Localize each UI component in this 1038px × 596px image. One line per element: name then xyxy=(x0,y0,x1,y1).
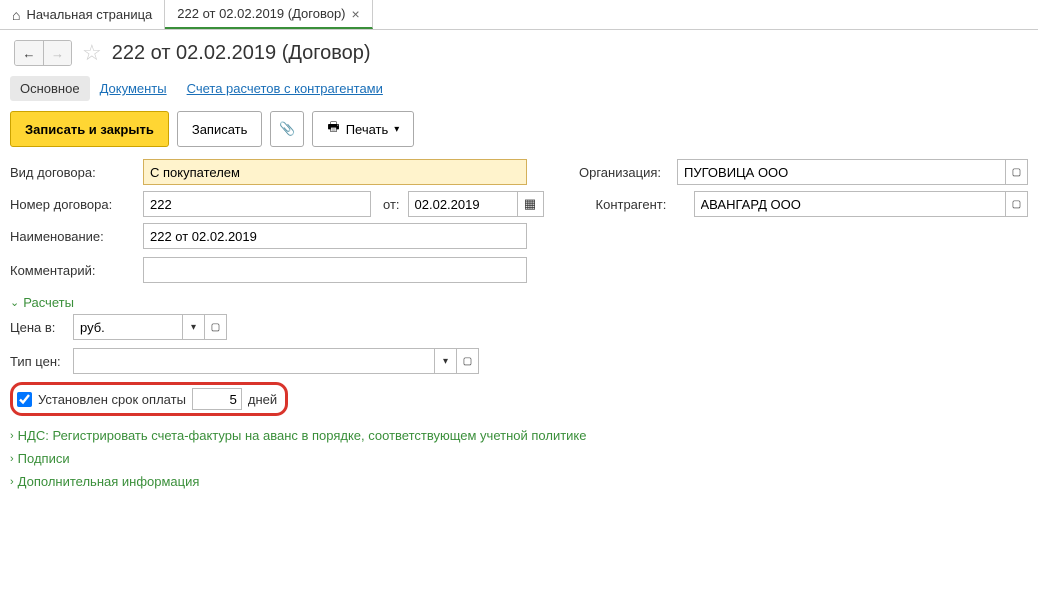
tab-contract[interactable]: 222 от 02.02.2019 (Договор) × xyxy=(165,0,372,29)
currency-open-button[interactable]: ▢ xyxy=(205,314,227,340)
contract-kind-label: Вид договора: xyxy=(10,165,135,180)
counterparty-label: Контрагент: xyxy=(596,197,686,212)
contract-kind-input[interactable] xyxy=(143,159,527,185)
page-title: 222 от 02.02.2019 (Договор) xyxy=(112,42,371,65)
chevron-right-icon: › xyxy=(10,430,14,442)
tab-home[interactable]: ⌂ Начальная страница xyxy=(0,0,165,29)
comment-label: Комментарий: xyxy=(10,263,135,278)
price-type-open-button[interactable]: ▢ xyxy=(457,348,479,374)
close-icon[interactable]: × xyxy=(352,6,360,22)
counterparty-input[interactable] xyxy=(694,191,1006,217)
from-label: от: xyxy=(383,197,400,212)
payment-due-unit: дней xyxy=(248,392,277,407)
attach-button[interactable]: 📎 xyxy=(270,111,304,147)
paperclip-icon: 📎 xyxy=(279,121,295,137)
section-vat[interactable]: › НДС: Регистрировать счета-фактуры на а… xyxy=(10,424,1028,447)
calendar-icon: ▦ xyxy=(524,196,536,212)
price-in-label: Цена в: xyxy=(10,320,65,335)
payment-due-highlight: Установлен срок оплаты дней xyxy=(10,382,288,416)
favorite-star-icon[interactable]: ☆ xyxy=(82,40,102,66)
home-icon: ⌂ xyxy=(12,7,20,23)
tab-home-label: Начальная страница xyxy=(26,7,152,22)
chevron-down-icon: ▾ xyxy=(443,356,448,367)
name-label: Наименование: xyxy=(10,229,135,244)
section-signatures[interactable]: › Подписи xyxy=(10,447,1028,470)
organization-input[interactable] xyxy=(677,159,1006,185)
name-input[interactable] xyxy=(143,223,527,249)
comment-input[interactable] xyxy=(143,257,527,283)
counterparty-open-button[interactable]: ▢ xyxy=(1006,191,1028,217)
currency-input[interactable] xyxy=(73,314,183,340)
subnav-accounts[interactable]: Счета расчетов с контрагентами xyxy=(177,76,393,101)
print-button[interactable]: 🖶 Печать ▾ xyxy=(312,111,414,147)
organization-open-button[interactable]: ▢ xyxy=(1006,159,1028,185)
payment-due-checkbox[interactable] xyxy=(17,392,32,407)
date-picker-button[interactable]: ▦ xyxy=(518,191,544,217)
price-type-dropdown-button[interactable]: ▾ xyxy=(435,348,457,374)
save-and-close-button[interactable]: Записать и закрыть xyxy=(10,111,169,147)
arrow-left-icon: ← xyxy=(23,46,36,61)
tab-contract-label: 222 от 02.02.2019 (Договор) xyxy=(177,6,345,21)
nav-back-button[interactable]: ← xyxy=(15,41,43,65)
save-button[interactable]: Записать xyxy=(177,111,263,147)
organization-label: Организация: xyxy=(579,165,669,180)
price-type-label: Тип цен: xyxy=(10,354,65,369)
chevron-down-icon: ▾ xyxy=(394,124,399,135)
chevron-right-icon: › xyxy=(10,453,14,465)
currency-dropdown-button[interactable]: ▾ xyxy=(183,314,205,340)
chevron-right-icon: › xyxy=(10,476,14,488)
open-icon: ▢ xyxy=(463,356,472,367)
chevron-down-icon: ⌄ xyxy=(10,296,19,309)
open-icon: ▢ xyxy=(211,322,220,333)
open-icon: ▢ xyxy=(1012,199,1021,210)
subnav-documents[interactable]: Документы xyxy=(90,76,177,101)
contract-number-label: Номер договора: xyxy=(10,197,135,212)
section-calculations[interactable]: ⌄ Расчеты xyxy=(10,291,1028,314)
nav-forward-button[interactable]: → xyxy=(43,41,71,65)
payment-due-days-input[interactable] xyxy=(192,388,242,410)
price-type-input[interactable] xyxy=(73,348,435,374)
contract-number-input[interactable] xyxy=(143,191,371,217)
section-additional-info[interactable]: › Дополнительная информация xyxy=(10,470,1028,493)
chevron-down-icon: ▾ xyxy=(191,322,196,333)
payment-due-label: Установлен срок оплаты xyxy=(38,392,186,407)
subnav-main[interactable]: Основное xyxy=(10,76,90,101)
arrow-right-icon: → xyxy=(51,46,64,61)
open-icon: ▢ xyxy=(1012,167,1021,178)
contract-date-input[interactable] xyxy=(408,191,518,217)
printer-icon: 🖶 xyxy=(327,118,339,140)
